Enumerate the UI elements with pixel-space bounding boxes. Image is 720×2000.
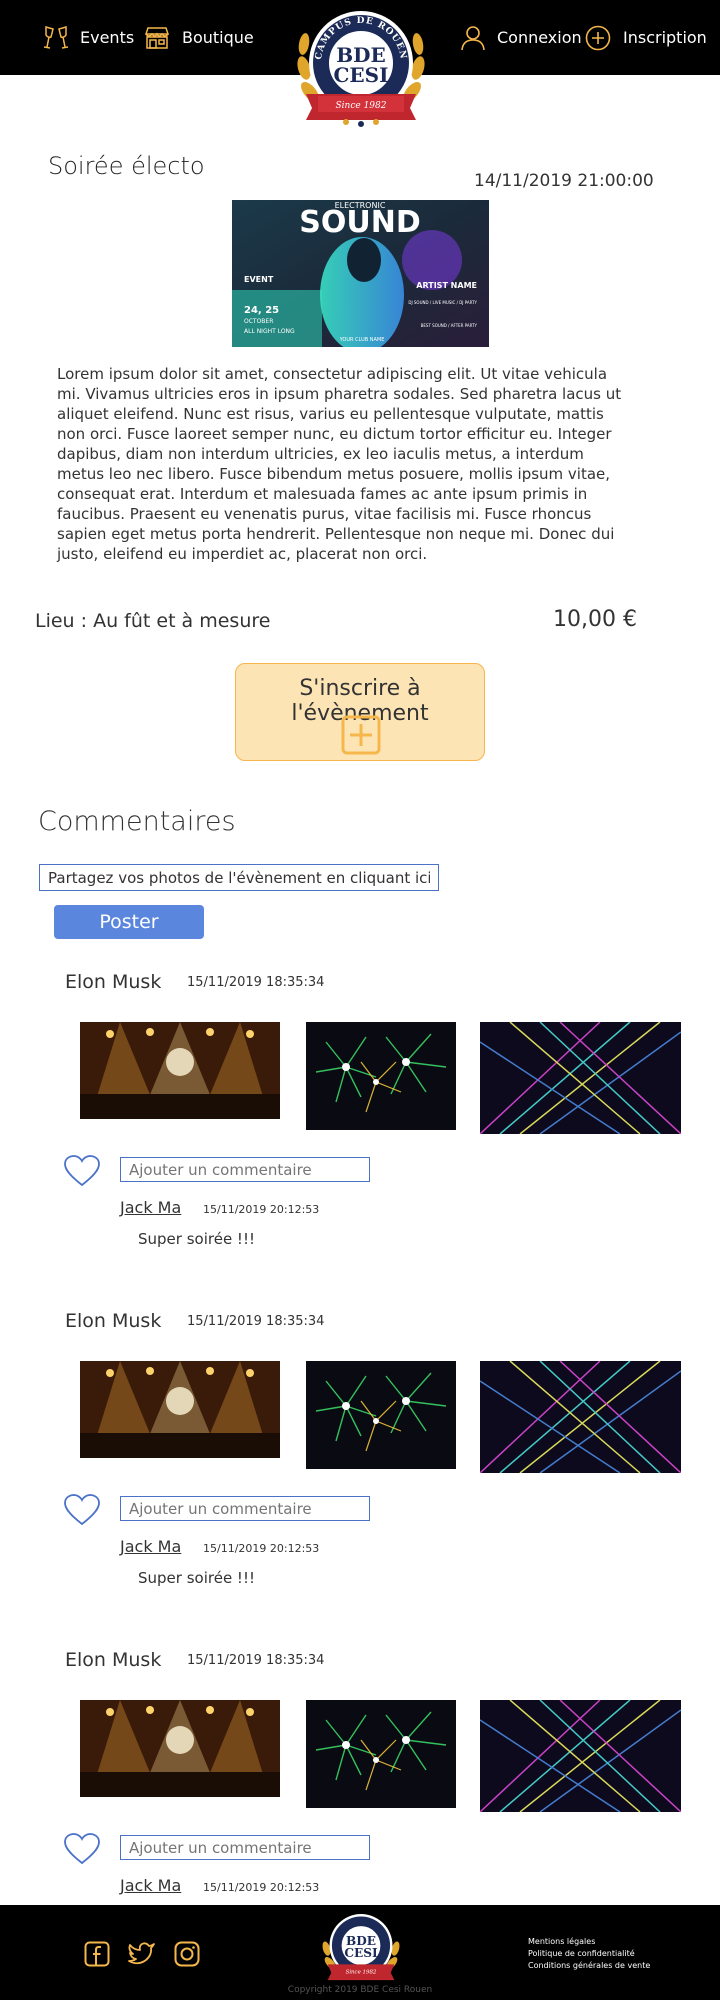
like-heart-icon[interactable]	[64, 1155, 100, 1187]
event-poster: ELECTRONIC SOUND EVENT 24, 25 OCTOBER AL…	[232, 200, 489, 347]
reply-text: Super soirée !!!	[138, 1230, 255, 1248]
reply-input[interactable]	[120, 1496, 370, 1521]
comment-card: Elon Musk 15/11/2019 18:35:34 Ajouter un…	[0, 1649, 720, 1905]
comments-title: Commentaires	[38, 806, 236, 837]
reply-text: Super soirée !!!	[138, 1569, 255, 1587]
poster-all-night: ALL NIGHT LONG	[244, 328, 295, 335]
comment-date: 15/11/2019 18:35:34	[187, 975, 325, 990]
comment-card: Elon Musk 15/11/2019 18:35:34 Ajouter un…	[0, 971, 720, 1301]
nav-login-link[interactable]: Connexion	[461, 0, 582, 75]
privacy-policy-link[interactable]: Politique de confidentialité	[528, 1948, 650, 1960]
poster-dates: 24, 25	[244, 305, 279, 316]
copyright-text: Copyright 2019 BDE Cesi Rouen	[287, 1985, 433, 1995]
reply-author[interactable]: Jack Ma	[120, 1198, 181, 1217]
comment-date: 15/11/2019 18:35:34	[187, 1653, 325, 1668]
poster-features: DJ SOUND / LIVE MUSIC / DJ PARTY	[408, 300, 477, 305]
champagne-glasses-icon	[44, 25, 68, 49]
comment-photo-lasers[interactable]	[480, 1022, 681, 1134]
comment-card: Elon Musk 15/11/2019 18:35:34 Ajouter un…	[0, 1310, 720, 1640]
poster-artist: ARTIST NAME	[416, 281, 477, 290]
nav-shop-link[interactable]: Boutique	[144, 0, 254, 75]
like-heart-icon[interactable]	[64, 1494, 100, 1526]
plus-square-icon	[341, 715, 381, 755]
user-icon	[461, 25, 485, 50]
post-button[interactable]: Poster	[54, 905, 204, 939]
comment-photo-concert[interactable]	[80, 1700, 280, 1797]
reply-date: 15/11/2019 20:12:53	[203, 1542, 320, 1555]
comment-photo-lasers[interactable]	[480, 1361, 681, 1473]
event-title: Soirée électo	[48, 152, 205, 180]
nav-signup-link[interactable]: Inscription	[585, 0, 707, 75]
comment-photo-fireworks[interactable]	[306, 1022, 456, 1130]
facebook-icon[interactable]	[84, 1941, 110, 1967]
event-description: Lorem ipsum dolor sit amet, consectetur …	[57, 365, 622, 563]
comment-date: 15/11/2019 18:35:34	[187, 1314, 325, 1329]
twitter-icon[interactable]	[128, 1941, 156, 1965]
comment-photo-fireworks[interactable]	[306, 1361, 456, 1469]
poster-month: OCTOBER	[244, 318, 273, 325]
comment-photo-concert[interactable]	[80, 1361, 280, 1458]
reply-input[interactable]	[120, 1835, 370, 1860]
shop-icon	[144, 26, 170, 49]
footer-logo-since: Since 1982	[346, 1969, 377, 1975]
nav-events-link[interactable]: Events	[44, 0, 134, 75]
nav-shop-label: Boutique	[182, 28, 254, 47]
comment-photo-concert[interactable]	[80, 1022, 280, 1119]
poster-club: YOUR CLUB NAME	[339, 337, 385, 343]
comment-photo-fireworks[interactable]	[306, 1700, 456, 1808]
event-datetime: 14/11/2019 21:00:00	[474, 171, 654, 191]
comment-author[interactable]: Elon Musk	[65, 1649, 161, 1671]
terms-of-sale-link[interactable]: Conditions générales de vente	[528, 1960, 650, 1972]
bde-logo[interactable]: CAMPUS DE ROUEN BDE CESI Since 1982	[290, 8, 432, 136]
photo-upload-input[interactable]	[39, 864, 439, 891]
reply-author[interactable]: Jack Ma	[120, 1876, 181, 1895]
poster-event-label: EVENT	[244, 275, 274, 284]
bde-logo-emblem: CAMPUS DE ROUEN BDE CESI Since 1982	[297, 11, 425, 127]
footer-logo[interactable]: BDE CESI Since 1982	[318, 1912, 404, 1990]
event-price: 10,00 €	[553, 607, 637, 632]
nav-login-label: Connexion	[497, 28, 582, 47]
reply-input[interactable]	[120, 1157, 370, 1182]
comment-author[interactable]: Elon Musk	[65, 1310, 161, 1332]
comment-photo-lasers[interactable]	[480, 1700, 681, 1812]
event-signup-button[interactable]: S'inscrire à l'évènement	[235, 663, 485, 761]
poster-extras: BEST SOUND / AFTER PARTY	[421, 323, 478, 328]
nav-events-label: Events	[80, 28, 135, 47]
footer-logo-emblem: BDE CESI Since 1982	[322, 1914, 400, 1981]
logo-line2: CESI	[334, 63, 389, 87]
footer-legal-links: Mentions légales Politique de confidenti…	[528, 1936, 650, 1972]
like-heart-icon[interactable]	[64, 1833, 100, 1865]
reply-date: 15/11/2019 20:12:53	[203, 1881, 320, 1894]
plus-circle-icon	[585, 25, 611, 50]
poster-title: SOUND	[299, 205, 420, 240]
reply-date: 15/11/2019 20:12:53	[203, 1203, 320, 1216]
nav-signup-label: Inscription	[623, 28, 707, 47]
comment-author[interactable]: Elon Musk	[65, 971, 161, 993]
footer-logo-line2: CESI	[344, 1946, 378, 1960]
legal-notice-link[interactable]: Mentions légales	[528, 1936, 650, 1948]
instagram-icon[interactable]	[174, 1941, 200, 1967]
event-place: Lieu : Au fût et à mesure	[35, 610, 271, 632]
reply-author[interactable]: Jack Ma	[120, 1537, 181, 1556]
logo-since: Since 1982	[336, 101, 387, 111]
